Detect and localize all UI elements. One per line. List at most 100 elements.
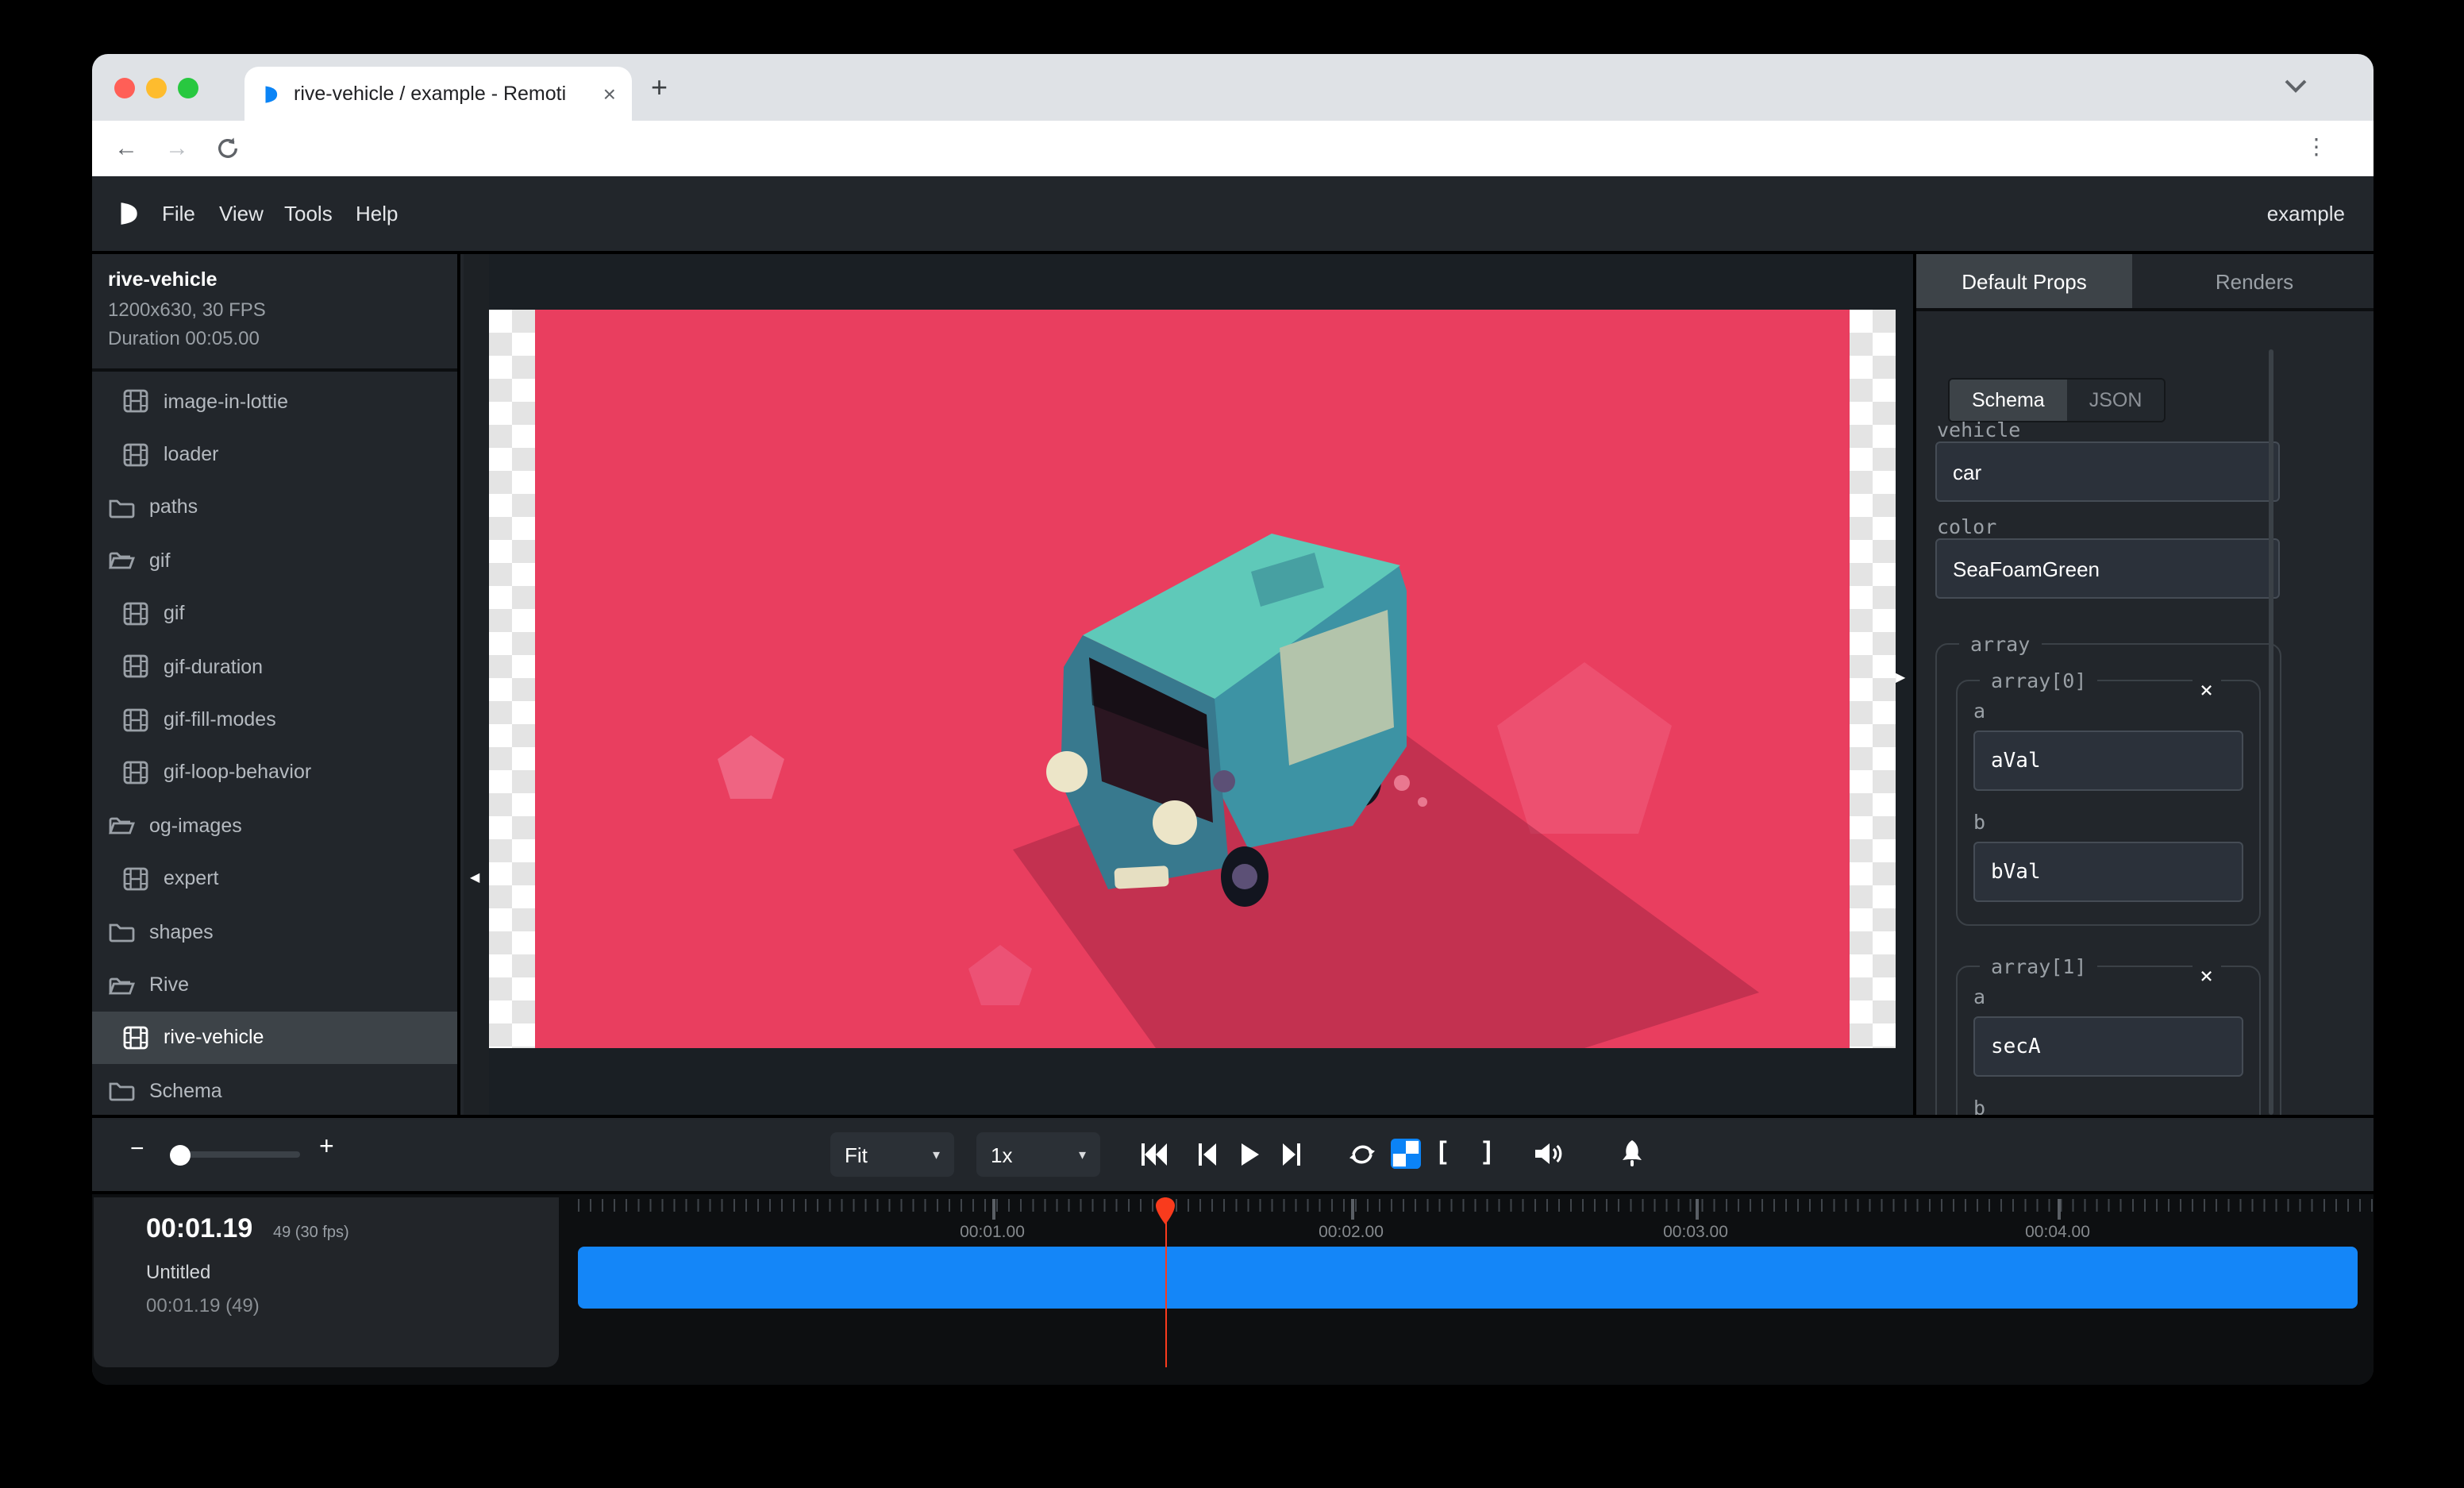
traffic-light-zoom[interactable] (178, 78, 198, 98)
sidebar-item-rive-vehicle[interactable]: rive-vehicle (92, 1012, 460, 1065)
traffic-light-close[interactable] (114, 78, 135, 98)
folder-icon (108, 1077, 135, 1104)
sidebar-divider (92, 368, 457, 372)
array1-b-label: b (1973, 1096, 2243, 1115)
zoom-in-icon[interactable]: + (319, 1134, 334, 1162)
composition-resolution: 1200x630, 30 FPS (108, 299, 266, 321)
composition-title: rive-vehicle (108, 268, 218, 291)
rive-vehicle-artwork (489, 310, 1896, 1048)
sidebar-item-gif-duration[interactable]: gif-duration (92, 640, 460, 693)
array0-a-input[interactable]: aVal (1973, 731, 2243, 791)
menu-view[interactable]: View (219, 202, 264, 226)
next-frame-icon[interactable] (1281, 1142, 1302, 1167)
timeline-info-panel: 00:01.19 49 (30 fps) Untitled 00:01.19 (… (94, 1197, 559, 1367)
browser-tab-strip: rive-vehicle / example - Remoti × + (92, 54, 2374, 121)
kebab-menu-icon[interactable]: ⋮ (2305, 133, 2327, 160)
film-icon (122, 441, 149, 468)
ruler-label-3: 00:03.00 (1663, 1223, 1728, 1242)
ruler-label-1: 00:01.00 (960, 1223, 1025, 1242)
tab-renders[interactable]: Renders (2132, 254, 2374, 311)
timeline-ruler[interactable] (578, 1199, 2374, 1212)
array0-b-label: b (1973, 810, 2243, 834)
composition-viewport (489, 310, 1896, 1048)
ruler-label-4: 00:04.00 (2025, 1223, 2090, 1242)
timeline-track-bar[interactable] (578, 1247, 2358, 1309)
screenshot-stage: rive-vehicle / example - Remoti × + ← → … (0, 0, 2464, 1488)
field-label-vehicle: vehicle (1937, 418, 2020, 441)
sidebar-folder-schema[interactable]: Schema (92, 1064, 460, 1115)
browser-toolbar: ← → localhost:3000/rive-vehicle ☆ ⋮ (92, 121, 2374, 176)
collapse-left-icon[interactable]: ◀ (470, 870, 479, 885)
sidebar-item-loader[interactable]: loader (92, 428, 460, 481)
folder-icon (108, 918, 135, 945)
array1-fieldset: array[1] × a secA b (1956, 954, 2261, 1115)
playback-toolbar: − + Fit ▾ 1x ▾ [ ] (92, 1115, 2374, 1194)
back-icon[interactable]: ← (114, 135, 138, 162)
folder-icon (108, 494, 135, 521)
film-icon (122, 706, 149, 733)
menu-tools[interactable]: Tools (284, 202, 333, 226)
menu-file[interactable]: File (162, 202, 195, 226)
tab-favicon-icon (260, 83, 281, 104)
panel-scrollbar[interactable] (2269, 349, 2273, 1115)
speed-dropdown[interactable]: 1x ▾ (976, 1132, 1100, 1177)
out-point-icon[interactable]: ] (1483, 1139, 1492, 1167)
previous-frame-icon[interactable] (1197, 1142, 1218, 1167)
traffic-light-minimize[interactable] (146, 78, 167, 98)
array0-fieldset: array[0] × a aVal b bVal (1956, 669, 2261, 926)
sidebar-folder-shapes[interactable]: shapes (92, 905, 460, 958)
zoom-slider-track[interactable] (178, 1151, 300, 1158)
remove-array1-icon[interactable]: × (2192, 964, 2221, 989)
zoom-slider-knob[interactable] (170, 1144, 191, 1165)
sidebar-item-gif[interactable]: gif (92, 587, 460, 640)
collapse-right-icon[interactable]: ▶ (1896, 670, 1905, 684)
field-input-vehicle[interactable]: car (1935, 441, 2280, 502)
volume-icon[interactable] (1534, 1140, 1564, 1167)
array1-a-input[interactable]: secA (1973, 1016, 2243, 1077)
fit-dropdown[interactable]: Fit ▾ (830, 1132, 954, 1177)
tab-close-icon[interactable]: × (603, 81, 616, 106)
menu-help[interactable]: Help (356, 202, 398, 226)
sidebar-item-expert[interactable]: expert (92, 852, 460, 905)
tab-default-props[interactable]: Default Props (1916, 254, 2132, 311)
track-duration: 00:01.19 (49) (146, 1294, 260, 1316)
browser-tab[interactable]: rive-vehicle / example - Remoti × (244, 67, 632, 121)
left-panel-gutter[interactable]: ◀ (464, 254, 489, 1115)
toggle-schema[interactable]: Schema (1950, 380, 2067, 421)
sidebar-folder-gif[interactable]: gif (92, 534, 460, 587)
field-input-color[interactable]: SeaFoamGreen (1935, 538, 2280, 599)
folder-open-icon (108, 812, 135, 839)
play-icon[interactable] (1240, 1142, 1261, 1167)
sidebar-item-gif-fill-modes[interactable]: gif-fill-modes (92, 693, 460, 746)
sidebar-item-gif-loop-behavior[interactable]: gif-loop-behavior (92, 746, 460, 800)
sidebar-item-paths[interactable]: paths (92, 481, 460, 534)
playhead-handle[interactable] (1156, 1197, 1175, 1224)
film-icon (122, 759, 149, 786)
zoom-out-icon[interactable]: − (130, 1135, 144, 1162)
preview-canvas (489, 254, 1913, 1115)
loop-icon[interactable] (1348, 1140, 1376, 1169)
transparency-toggle-icon[interactable] (1391, 1139, 1421, 1169)
folder-open-icon (108, 547, 135, 574)
reload-icon[interactable] (216, 137, 240, 160)
remotion-logo-icon[interactable] (114, 200, 141, 227)
sidebar-item-image-in-lottie[interactable]: image-in-lottie (92, 375, 460, 428)
jump-to-start-icon[interactable] (1140, 1142, 1168, 1167)
sidebar-folder-rive[interactable]: Rive (92, 958, 460, 1012)
forward-icon[interactable]: → (165, 135, 189, 162)
sidebar-folder-og-images[interactable]: og-images (92, 799, 460, 852)
array0-b-input[interactable]: bVal (1973, 842, 2243, 902)
rocket-icon[interactable] (1616, 1139, 1645, 1169)
in-point-icon[interactable]: [ (1438, 1139, 1447, 1167)
app-menu-bar: File View Tools Help example (92, 176, 2374, 254)
new-tab-button[interactable]: + (651, 73, 668, 102)
folder-open-icon (108, 971, 135, 998)
film-icon (122, 1024, 149, 1051)
toggle-json[interactable]: JSON (2067, 380, 2165, 421)
chevron-down-icon[interactable] (2285, 79, 2307, 94)
remove-array0-icon[interactable]: × (2192, 678, 2221, 704)
field-label-color: color (1937, 515, 1996, 538)
array-fieldset: array array[0] × a aVal b bVal array[1] … (1935, 632, 2281, 1115)
current-time: 00:01.19 (146, 1213, 252, 1245)
composition-duration: Duration 00:05.00 (108, 327, 260, 349)
